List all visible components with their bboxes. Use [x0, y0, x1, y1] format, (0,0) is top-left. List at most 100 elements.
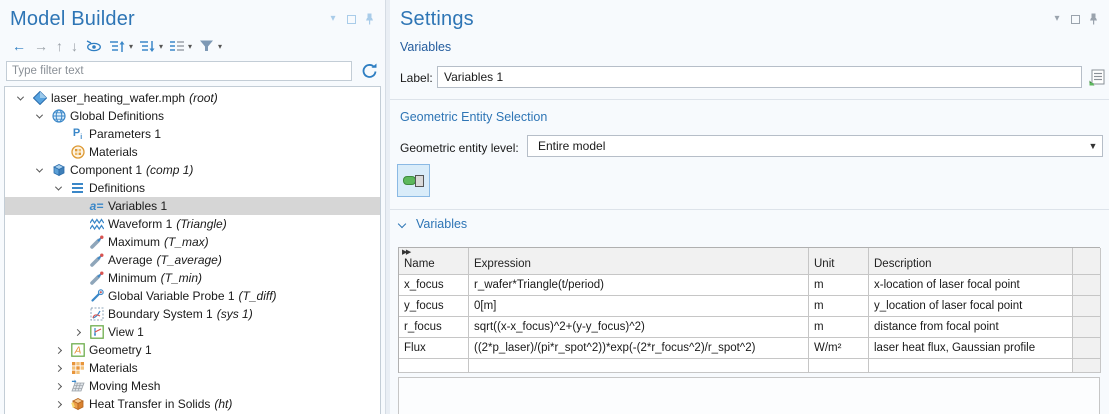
restore-icon[interactable] — [345, 13, 357, 25]
show-icon[interactable] — [82, 36, 106, 56]
cell-name-empty[interactable] — [399, 359, 469, 373]
tree-item-maximum[interactable]: Maximum (T_max) — [5, 233, 380, 251]
tree-item-label: Materials — [89, 145, 138, 159]
variables-section-title[interactable]: Variables — [416, 217, 467, 231]
cell-name[interactable]: y_focus — [399, 296, 469, 317]
pin-icon[interactable] — [363, 13, 375, 25]
chevron-down-icon[interactable] — [30, 114, 49, 119]
tree-item-root[interactable]: laser_heating_wafer.mph (root) — [5, 89, 380, 107]
cell-description[interactable]: distance from focal point — [869, 317, 1073, 338]
rename-button[interactable] — [1087, 65, 1107, 89]
chevron-right-icon[interactable] — [68, 330, 87, 335]
pin-icon[interactable] — [1087, 13, 1099, 25]
tree-item-tag: (root) — [189, 91, 218, 105]
tree-item-label: Maximum — [108, 235, 160, 249]
cell-extra-empty[interactable] — [1073, 359, 1101, 373]
tree-item-view[interactable]: View 1 — [5, 323, 380, 341]
chevron-right-icon[interactable] — [49, 348, 68, 353]
tree-item-average[interactable]: Average (T_average) — [5, 251, 380, 269]
variables-icon: a= — [87, 198, 106, 214]
chevron-down-icon[interactable] — [30, 168, 49, 173]
chevron-down-icon[interactable] — [11, 96, 30, 101]
cell-extra[interactable] — [1073, 275, 1101, 296]
tree-item-variables[interactable]: a= Variables 1 — [5, 197, 380, 215]
cell-unit[interactable]: m — [809, 317, 869, 338]
tree-item-tag: (T_average) — [156, 253, 221, 267]
expand-columns-icon[interactable]: ▶▶ — [402, 248, 410, 256]
expand-all-menu-icon[interactable]: ▾ — [129, 42, 136, 51]
comsol-window: Model Builder ▾ ← → ↑ ↓ ▾ ▾ — [0, 0, 1109, 414]
chevron-right-icon[interactable] — [49, 366, 68, 371]
tree-item-tag: (T_diff) — [239, 289, 277, 303]
view-icon — [87, 324, 106, 340]
entity-level-value: Entire model — [528, 139, 1084, 153]
cell-unit-empty[interactable] — [809, 359, 869, 373]
collapse-all-icon[interactable] — [136, 36, 159, 56]
tree-item-parameters[interactable]: Pi Parameters 1 — [5, 125, 380, 143]
cell-expression-empty[interactable] — [469, 359, 809, 373]
tree-item-label: Component 1 — [70, 163, 142, 177]
tree-item-minimum[interactable]: Minimum (T_min) — [5, 269, 380, 287]
cell-expression[interactable]: r_wafer*Triangle(t/period) — [469, 275, 809, 296]
cell-unit[interactable]: m — [809, 275, 869, 296]
cell-extra[interactable] — [1073, 338, 1101, 359]
panel-menu-icon[interactable]: ▾ — [327, 13, 339, 25]
cell-name[interactable]: x_focus — [399, 275, 469, 296]
collapse-all-menu-icon[interactable]: ▾ — [159, 42, 166, 51]
cell-description[interactable]: x-location of laser focal point — [869, 275, 1073, 296]
chevron-right-icon[interactable] — [49, 384, 68, 389]
model-tree-node-text-icon[interactable] — [166, 36, 188, 56]
cell-name[interactable]: r_focus — [399, 317, 469, 338]
tree-item-label: Variables 1 — [108, 199, 167, 213]
move-up-icon[interactable]: ↑ — [52, 36, 67, 56]
restore-icon[interactable] — [1069, 13, 1081, 25]
move-down-icon[interactable]: ↓ — [67, 36, 82, 56]
variables-table: ▶▶ Name Expression Unit Description x_fo… — [398, 247, 1100, 373]
tree-item-label: Boundary System 1 — [108, 307, 213, 321]
tree-item-global-variable-probe[interactable]: Global Variable Probe 1 (T_diff) — [5, 287, 380, 305]
entity-level-select[interactable]: Entire model ▼ — [527, 135, 1103, 157]
active-toggle-button[interactable] — [397, 164, 430, 197]
cell-description[interactable]: laser heat flux, Gaussian profile — [869, 338, 1073, 359]
tree-item-definitions[interactable]: Definitions — [5, 179, 380, 197]
tree-item-boundary-system[interactable]: Boundary System 1 (sys 1) — [5, 305, 380, 323]
tree-item-geometry[interactable]: A Geometry 1 — [5, 341, 380, 359]
tree-item-moving-mesh[interactable]: Moving Mesh — [5, 377, 380, 395]
tree-item-component[interactable]: Component 1 (comp 1) — [5, 161, 380, 179]
cell-unit[interactable]: W/m² — [809, 338, 869, 359]
panel-menu-icon[interactable]: ▾ — [1051, 13, 1063, 25]
chevron-down-icon[interactable] — [49, 186, 68, 191]
node-text-menu-icon[interactable]: ▾ — [188, 42, 195, 51]
filter-menu-icon[interactable]: ▾ — [218, 42, 225, 51]
label-field-label: Label: — [400, 71, 433, 85]
tree-item-global-definitions[interactable]: Global Definitions — [5, 107, 380, 125]
cell-name[interactable]: Flux — [399, 338, 469, 359]
column-header-unit: Unit — [809, 248, 869, 275]
expand-all-icon[interactable] — [106, 36, 129, 56]
cell-expression[interactable]: 0[m] — [469, 296, 809, 317]
tree-item-label: Minimum — [108, 271, 157, 285]
label-input[interactable] — [437, 66, 1082, 88]
tree-item-materials-component[interactable]: Materials — [5, 359, 380, 377]
chevron-right-icon[interactable] — [49, 402, 68, 407]
cell-extra[interactable] — [1073, 296, 1101, 317]
forward-icon[interactable]: → — [30, 36, 52, 56]
tree-item-heat-transfer[interactable]: Heat Transfer in Solids (ht) — [5, 395, 380, 413]
svg-text:A: A — [73, 346, 81, 357]
cell-description-empty[interactable] — [869, 359, 1073, 373]
collapse-section-icon[interactable] — [398, 220, 406, 228]
tree-item-materials-global[interactable]: Materials — [5, 143, 380, 161]
tree-filter-input[interactable] — [6, 61, 352, 81]
filter-icon[interactable] — [195, 36, 218, 56]
cell-expression[interactable]: ((2*p_laser)/(pi*r_spot^2))*exp(-(2*r_fo… — [469, 338, 809, 359]
cell-expression[interactable]: sqrt((x-x_focus)^2+(y-y_focus)^2) — [469, 317, 809, 338]
back-icon[interactable]: ← — [8, 36, 30, 56]
tree-item-waveform[interactable]: Waveform 1 (Triangle) — [5, 215, 380, 233]
tree-item-label: View 1 — [108, 325, 144, 339]
column-header-expression: Expression — [469, 248, 809, 275]
cell-description[interactable]: y_location of laser focal point — [869, 296, 1073, 317]
cell-unit[interactable]: m — [809, 296, 869, 317]
materials-grid-icon — [68, 360, 87, 376]
refresh-icon[interactable] — [358, 60, 380, 82]
cell-extra[interactable] — [1073, 317, 1101, 338]
